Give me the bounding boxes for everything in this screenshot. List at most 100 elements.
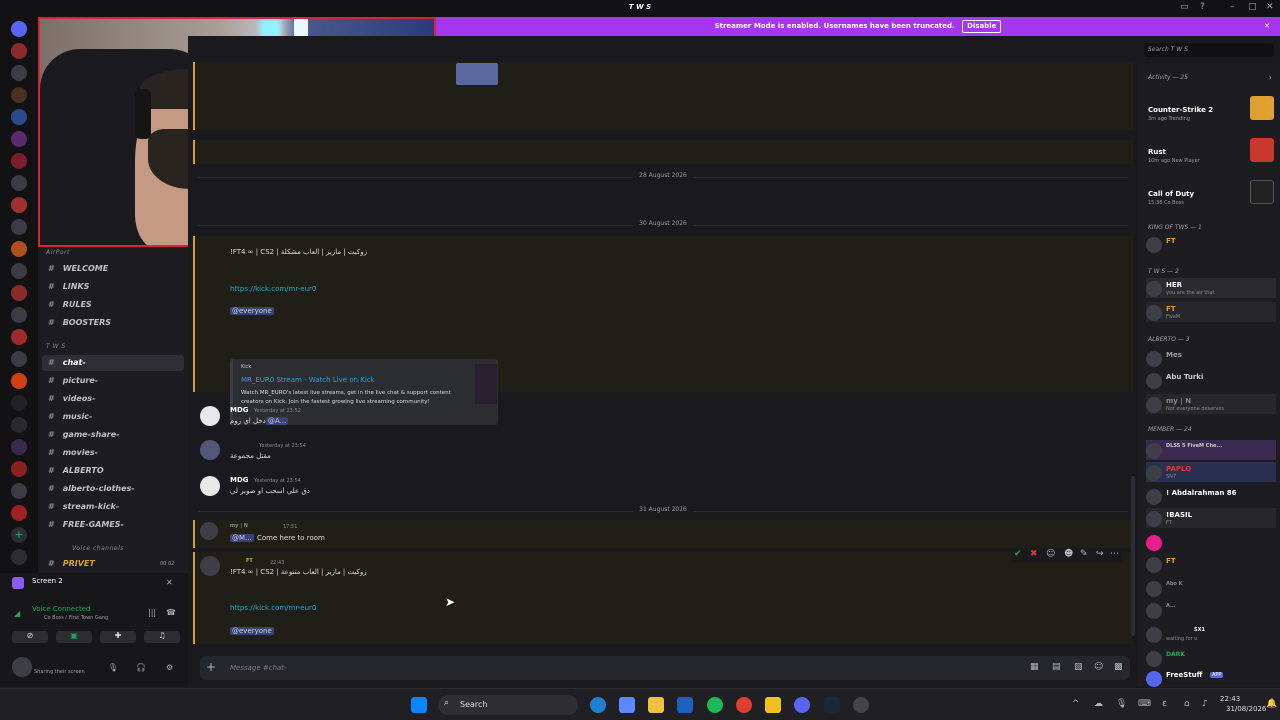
channel-alberto[interactable]: # ALBERTO [42,463,184,479]
message-input[interactable]: Message #chat- [230,664,287,672]
soundboard-button[interactable]: ♫ [144,631,180,643]
apps-icon[interactable]: ▩ [1114,662,1123,672]
mention[interactable]: @everyone [230,307,274,315]
close-icon[interactable]: ✕ [1266,2,1274,12]
server-icon[interactable] [11,285,27,301]
member-item[interactable]: FT [1146,554,1276,574]
signal-icon[interactable]: ◢ [14,609,20,618]
noise-icon[interactable]: ||| [148,608,156,617]
reply-icon[interactable]: ↪ [1096,549,1104,559]
message-link[interactable]: https://kick.com/mr-eur0 [230,285,316,293]
channel-picture[interactable]: # picture- [42,373,184,389]
member-item[interactable]: Mes [1146,348,1276,368]
check-reaction-icon[interactable]: ✔ [1014,549,1022,559]
start-icon[interactable] [411,697,427,713]
chevron-right-icon[interactable]: › [1269,73,1272,82]
member-item[interactable] [1146,532,1276,552]
member-item[interactable]: DARK [1146,648,1276,668]
file-explorer-icon[interactable] [648,697,664,713]
avatar[interactable] [200,476,220,496]
notification-bell-icon[interactable]: 🔔 [1266,699,1277,709]
emoji-picker-icon[interactable]: ☺ [1094,662,1103,672]
username[interactable]: MDG [230,476,249,484]
server-icon[interactable] [11,329,27,345]
member-item[interactable]: Abu Turki [1146,370,1276,390]
disable-button[interactable]: Disable [962,20,1002,33]
clock-date[interactable]: 31/08/2026 [1226,705,1266,713]
server-icon[interactable] [11,373,27,389]
server-icon[interactable] [11,439,27,455]
member-item[interactable]: SX1 waiting for u [1146,624,1276,644]
member-item[interactable]: FreeStuff APP [1146,668,1276,688]
server-icon[interactable] [11,417,27,433]
member-item[interactable]: Abo K [1146,578,1276,598]
add-attachment-icon[interactable]: + [206,660,216,674]
disconnect-icon[interactable]: ☎ [166,608,176,617]
steam-icon[interactable] [824,697,840,713]
server-icon[interactable] [11,87,27,103]
help-icon[interactable]: ? [1200,2,1205,12]
scrollbar[interactable] [1131,476,1135,636]
activities-button[interactable]: ✚ [100,631,136,643]
settings-icon[interactable]: ⚙ [166,663,173,672]
channel-game-share[interactable]: # game-share- [42,427,184,443]
member-item[interactable]: FT [1146,234,1276,254]
volume-icon[interactable]: ♪ [1202,699,1208,709]
microphone-tray-icon[interactable]: 🎙 [1116,699,1127,709]
username[interactable]: MDG [230,406,249,414]
emoji-icon[interactable]: ☺ [1046,549,1055,559]
channel-stream-kick[interactable]: # stream-kick- [42,499,184,515]
discover-icon[interactable] [11,549,27,565]
clock-time[interactable]: 22:43 [1220,695,1240,703]
avatar[interactable] [200,522,218,540]
embed-title[interactable]: MR_EUR0 Stream - Watch Live on Kick [241,376,375,384]
camera-button[interactable]: ⊘ [12,631,48,643]
banner-close-icon[interactable]: ✕ [1264,17,1270,36]
avatar[interactable] [200,406,220,426]
server-icon[interactable] [11,307,27,323]
activity-card[interactable]: Counter-Strike 2 3m ago Trending [1146,94,1274,130]
voice-status[interactable]: Voice Connected [32,605,91,613]
server-icon[interactable] [11,65,27,81]
channel-videos[interactable]: # videos- [42,391,184,407]
language-icon[interactable]: ε [1162,699,1167,709]
attachment-thumbnail[interactable] [456,63,498,85]
store-icon[interactable] [677,697,693,713]
server-icon[interactable] [11,395,27,411]
edge-icon[interactable] [590,697,606,713]
spotify-icon[interactable] [707,697,723,713]
member-item[interactable]: my | N Not everyone deserves [1146,394,1276,414]
taskbar-search[interactable]: ⌕ Search [438,695,578,715]
channel-alberto-clothes[interactable]: # alberto-clothes- [42,481,184,497]
server-icon[interactable] [11,505,27,521]
server-icon[interactable] [11,263,27,279]
sticker-icon[interactable]: ▧ [1074,662,1083,672]
channel-chat[interactable]: # chat- [42,355,184,371]
gif-icon[interactable]: ▤ [1052,662,1061,672]
more-icon[interactable]: ⋯ [1110,549,1119,559]
member-item[interactable]: PAPLO SN7 [1146,462,1276,482]
add-server-icon[interactable]: + [11,527,27,543]
mention[interactable]: @A... [266,417,289,425]
onedrive-icon[interactable]: ☁ [1094,699,1103,709]
message-link[interactable]: https://kick.com/mr-eur0 [230,604,316,612]
server-icon[interactable] [11,219,27,235]
channel-movies[interactable]: # movies- [42,445,184,461]
embed-thumbnail[interactable] [475,364,497,404]
maximize-icon[interactable]: □ [1248,2,1257,12]
screen-close-icon[interactable]: ✕ [166,578,173,587]
avatar[interactable] [12,657,32,677]
edit-icon[interactable]: ✎ [1080,549,1088,559]
share-screen-button[interactable]: ▣ [56,631,92,643]
server-icon[interactable] [11,483,27,499]
activity-card[interactable]: Call of Duty 15:38 Co Boss [1146,178,1274,214]
category-label[interactable]: AirPort [46,249,70,256]
mention[interactable]: @everyone [230,627,274,635]
category-label[interactable]: T W S [46,343,66,350]
mention[interactable]: @M... [230,534,254,542]
member-item[interactable]: A... [1146,600,1276,620]
keyboard-icon[interactable]: ⌨ [1138,699,1151,709]
server-icon[interactable] [11,153,27,169]
member-item[interactable]: HER you are the air that [1146,278,1276,298]
avatar[interactable] [200,556,220,576]
